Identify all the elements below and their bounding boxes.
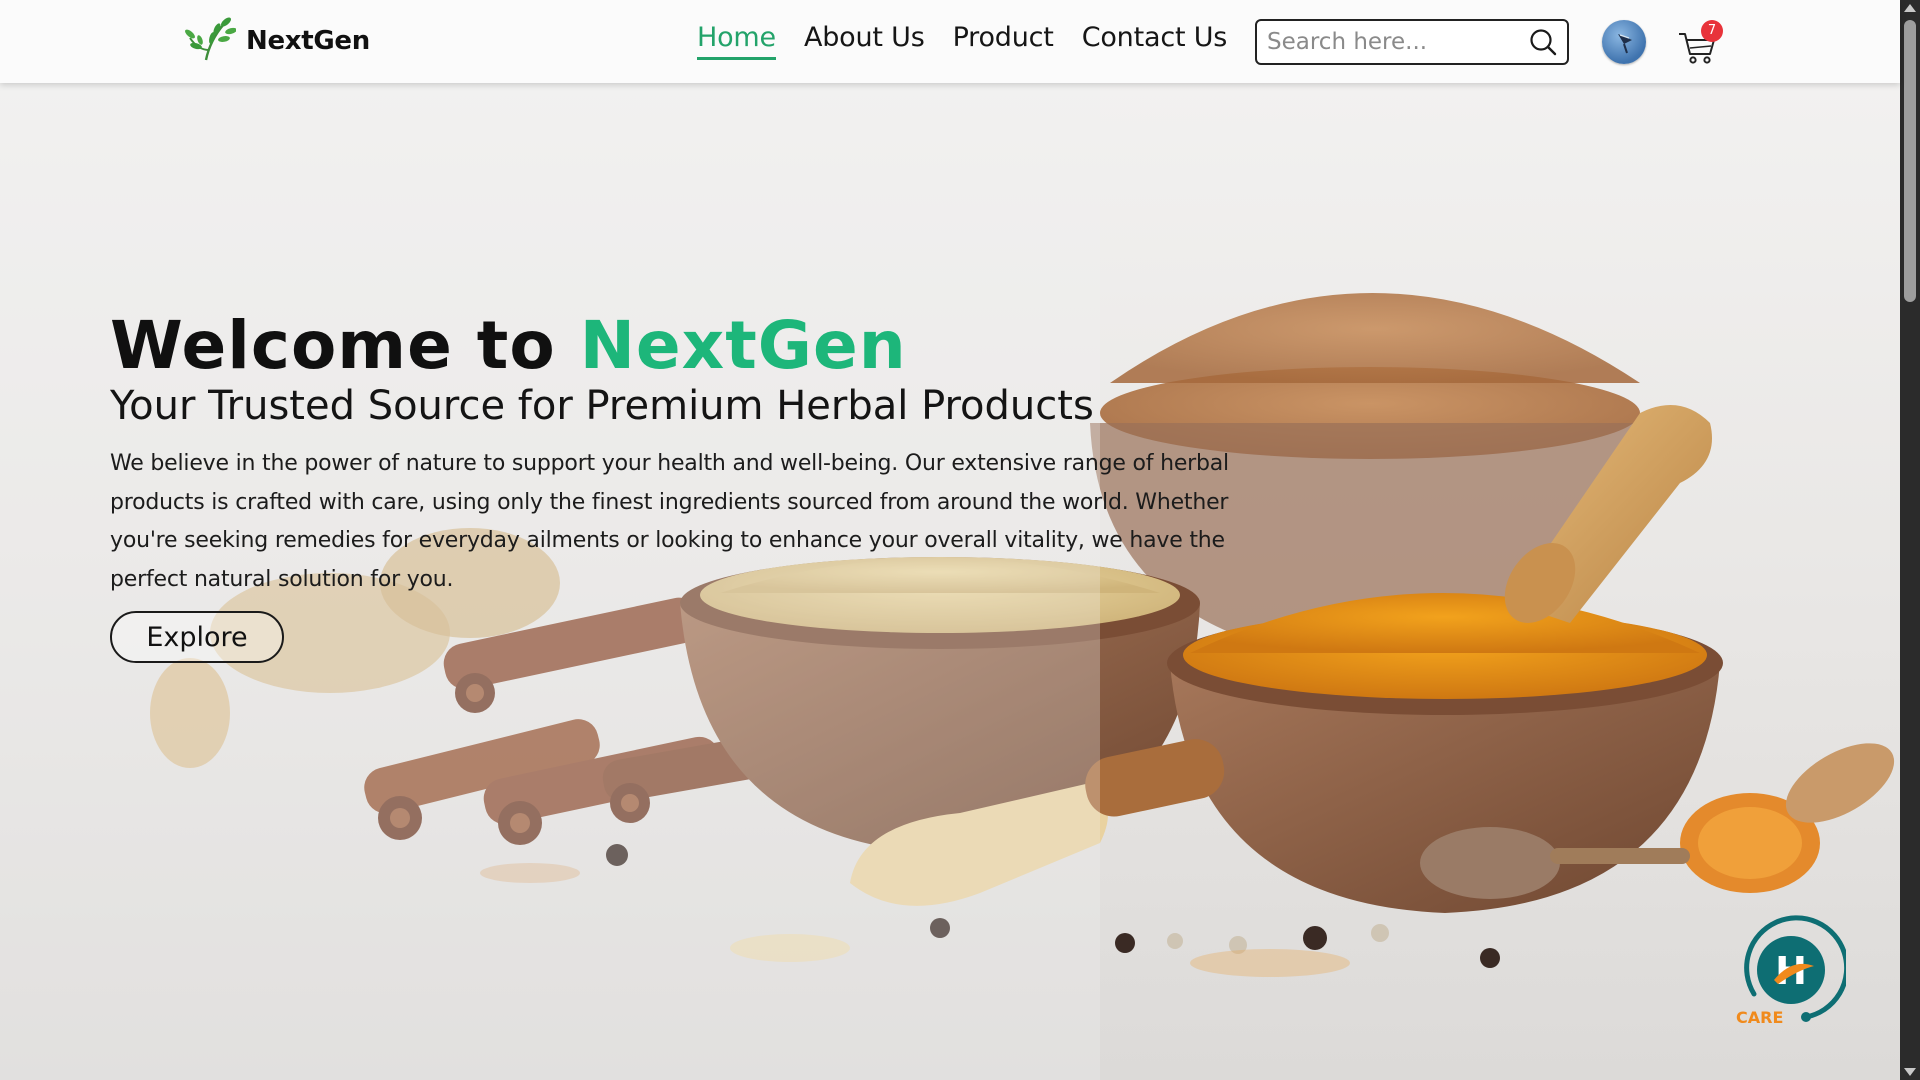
hero-subtitle: Your Trusted Source for Premium Herbal P… — [110, 383, 1094, 429]
nav-contact-us[interactable]: Contact Us — [1082, 22, 1228, 60]
scroll-up-arrow-icon[interactable] — [1904, 4, 1916, 12]
search-icon[interactable] — [1529, 28, 1557, 56]
hero-title: Welcome to NextGen — [110, 307, 907, 384]
nav-home[interactable]: Home — [697, 22, 776, 60]
user-avatar[interactable] — [1602, 20, 1646, 64]
hero-title-brand: NextGen — [579, 307, 907, 384]
nav-about-us[interactable]: About Us — [804, 22, 925, 60]
hero-title-prefix: Welcome to — [110, 307, 580, 384]
hero-description: We believe in the power of nature to sup… — [110, 451, 1229, 592]
main-nav: Home About Us Product Contact Us — [697, 22, 1255, 60]
site-header: NextGen Home About Us Product Contact Us — [0, 0, 1900, 83]
logo[interactable]: NextGen — [184, 16, 370, 66]
page-scrollbar[interactable] — [1900, 0, 1920, 1080]
cart-button[interactable]: 7 — [1677, 20, 1723, 64]
search-box — [1255, 19, 1569, 65]
care-chat-widget[interactable]: H CARE — [1736, 914, 1850, 1027]
search-input[interactable] — [1267, 21, 1517, 63]
scroll-thumb[interactable] — [1904, 20, 1916, 302]
care-label: CARE — [1736, 1008, 1784, 1027]
nav-product[interactable]: Product — [953, 22, 1054, 60]
logo-text: NextGen — [246, 26, 370, 56]
leaf-sprig-icon — [184, 16, 237, 66]
cart-count-badge: 7 — [1701, 20, 1723, 42]
hero-section: Welcome to NextGen Your Trusted Source f… — [0, 83, 1900, 1080]
scroll-down-arrow-icon[interactable] — [1904, 1068, 1916, 1076]
explore-button[interactable]: Explore — [110, 611, 284, 663]
